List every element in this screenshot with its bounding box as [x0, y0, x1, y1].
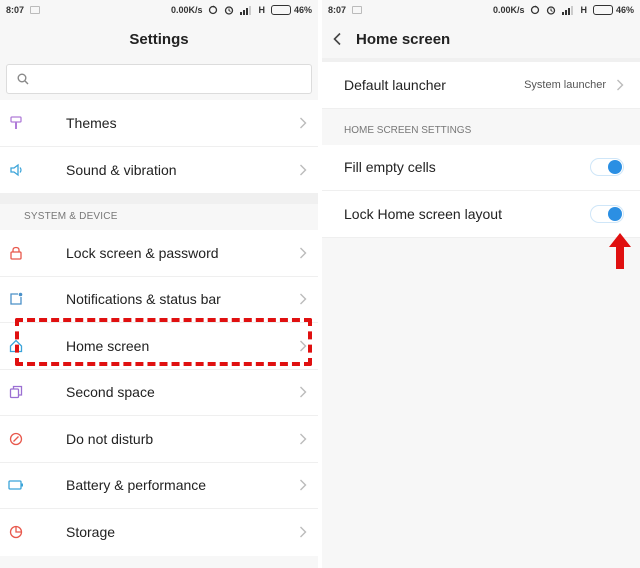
home-screen-panel: 8:07 0.00K/s H 46% Home screen Default l…: [322, 0, 640, 568]
page-title: Settings: [129, 30, 189, 48]
settings-item-lock-screen-password[interactable]: Lock screen & password: [0, 230, 318, 277]
default-launcher-row[interactable]: Default launcher System launcher: [322, 62, 640, 109]
notification-icon: [10, 292, 23, 305]
chevron-right-icon: [300, 479, 307, 491]
chevron-right-icon: [300, 293, 307, 305]
network-type: H: [258, 5, 265, 15]
network-speed: 0.00K/s: [170, 5, 203, 15]
status-bar: 8:07 0.00K/s H 46%: [322, 0, 640, 20]
settings-item-label: Home screen: [66, 337, 150, 354]
fill-empty-cells-row[interactable]: Fill empty cells: [322, 144, 640, 191]
signal-icon: [240, 6, 252, 15]
network-type: H: [580, 5, 587, 15]
settings-item-do-not-disturb[interactable]: Do not disturb: [0, 416, 318, 463]
second-space-icon: [9, 386, 23, 399]
search-icon: [17, 73, 29, 85]
fill-empty-cells-toggle[interactable]: [590, 158, 624, 177]
chevron-right-icon: [300, 386, 307, 398]
chevron-right-icon: [300, 340, 307, 352]
chevron-right-icon: [300, 247, 307, 259]
settings-item-label: Lock screen & password: [66, 244, 219, 261]
search-bar: [0, 58, 318, 100]
network-speed: 0.00K/s: [492, 5, 525, 15]
battery-percent: 46%: [293, 5, 312, 15]
default-launcher-label: Default launcher: [344, 76, 446, 93]
settings-item-second-space[interactable]: Second space: [0, 370, 318, 416]
battery-icon: [8, 480, 23, 490]
battery-percent: 46%: [615, 5, 634, 15]
chevron-right-icon: [300, 117, 307, 129]
settings-group-system-device: Lock screen & password Notifications & s…: [0, 230, 318, 556]
lock-home-screen-layout-label: Lock Home screen layout: [344, 205, 502, 222]
battery-indicator: 46%: [592, 5, 634, 15]
lock-icon: [10, 246, 22, 260]
chevron-right-icon: [617, 79, 624, 91]
alarm-icon: [547, 6, 556, 15]
status-bar: 8:07 0.00K/s H 46%: [0, 0, 318, 20]
chevron-right-icon: [300, 433, 307, 445]
settings-item-battery-performance[interactable]: Battery & performance: [0, 463, 318, 509]
fill-empty-cells-label: Fill empty cells: [344, 159, 436, 176]
section-header: SYSTEM & DEVICE: [0, 204, 318, 230]
sync-icon: [209, 5, 218, 15]
notification-icon: [352, 6, 363, 14]
arrow-up-icon: [609, 233, 631, 269]
home-icon: [9, 339, 23, 352]
status-time: 8:07: [328, 5, 347, 15]
page-title: Home screen: [356, 30, 451, 48]
lock-home-screen-layout-toggle[interactable]: [590, 204, 624, 223]
settings-item-label: Storage: [66, 524, 116, 541]
status-time: 8:07: [6, 5, 25, 15]
pie-chart-icon: [9, 526, 23, 539]
battery-icon: [270, 5, 291, 15]
settings-item-label: Do not disturb: [66, 430, 154, 447]
settings-item-home-screen[interactable]: Home screen: [0, 323, 318, 370]
alarm-icon: [225, 6, 234, 15]
settings-item-label: Battery & performance: [66, 477, 207, 494]
lock-home-screen-layout-row[interactable]: Lock Home screen layout: [322, 191, 640, 238]
settings-item-label: Second space: [66, 384, 155, 401]
signal-icon: [562, 6, 574, 15]
search-box[interactable]: [6, 64, 312, 94]
chevron-right-icon: [300, 164, 307, 176]
settings-item-label: Sound & vibration: [66, 161, 177, 178]
header: Home screen: [322, 20, 640, 58]
battery-icon: [592, 5, 613, 15]
settings-item-themes[interactable]: Themes: [0, 100, 318, 147]
search-input[interactable]: [37, 71, 277, 87]
settings-item-notifications-status-bar[interactable]: Notifications & status bar: [0, 277, 318, 323]
back-arrow-icon[interactable]: [332, 32, 342, 46]
chevron-right-icon: [300, 526, 307, 538]
settings-item-label: Themes: [66, 114, 117, 131]
settings-item-label: Notifications & status bar: [66, 291, 221, 308]
dnd-icon: [9, 432, 23, 445]
battery-indicator: 46%: [270, 5, 312, 15]
settings-panel: 8:07 0.00K/s H 46% Settings Themes Sound…: [0, 0, 320, 568]
settings-item-sound-vibration[interactable]: Sound & vibration: [0, 147, 318, 194]
sync-icon: [531, 5, 540, 15]
settings-group-personalization: Themes Sound & vibration: [0, 100, 318, 193]
default-launcher-value: System launcher: [524, 78, 606, 91]
settings-item-storage[interactable]: Storage: [0, 509, 318, 556]
brush-icon: [10, 116, 22, 129]
section-divider: [0, 193, 318, 204]
speaker-icon: [10, 163, 22, 177]
section-header: HOME SCREEN SETTINGS: [322, 108, 640, 145]
notification-icon: [30, 6, 41, 14]
